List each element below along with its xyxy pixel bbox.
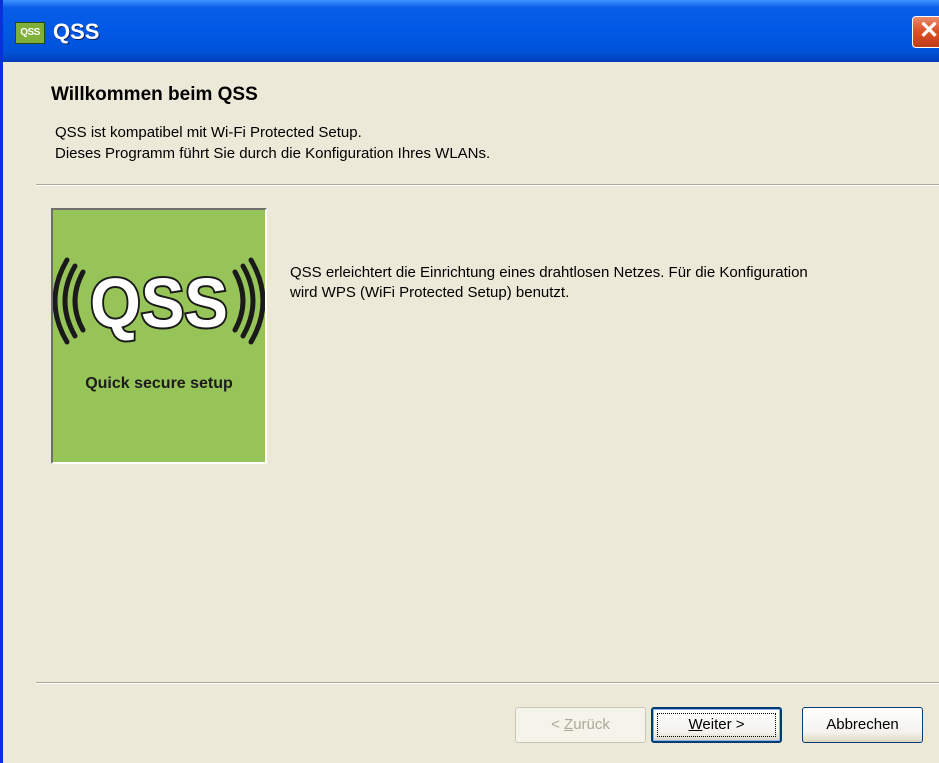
window-title: QSS [53,19,100,44]
app-icon: QSS [15,22,45,44]
back-button[interactable]: < Zurück [515,707,646,743]
next-button[interactable]: Weiter > [651,707,782,743]
footer-separator [36,682,939,684]
close-button[interactable]: ✕ [912,16,939,48]
wifi-waves-icon: QSS [53,257,265,345]
title-bar[interactable]: QSS QSS ✕ [3,0,939,62]
page-title: Willkommen beim QSS [51,84,258,105]
cancel-button[interactable]: Abbrechen [802,707,923,743]
header-separator [36,184,939,186]
logo-text: QSS [90,264,228,342]
qss-wizard-window: QSS QSS ✕ Willkommen beim QSS QSS ist ko… [0,0,939,763]
focus-indicator [657,713,776,737]
header-line-2: Dieses Programm führt Sie durch die Konf… [55,145,491,162]
close-icon: ✕ [918,17,939,44]
header-line-1: QSS ist kompatibel mit Wi-Fi Protected S… [55,124,362,141]
welcome-description: QSS erleichtert die Einrichtung eines dr… [290,264,808,301]
logo-caption: Quick secure setup [85,375,233,392]
qss-logo-panel: QSS Quick secure setup [51,208,267,464]
